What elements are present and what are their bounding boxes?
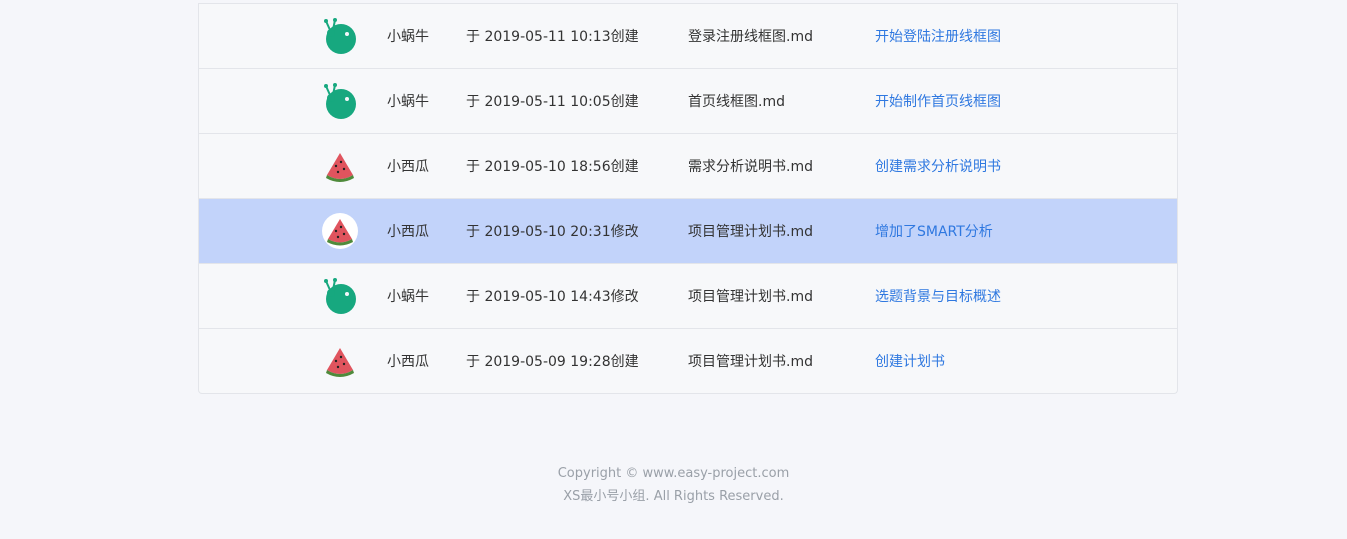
activity-row[interactable]: 小蜗牛 于 2019-05-11 10:05创建 首页线框图.md 开始制作首页… [199,68,1177,133]
file-name: 登录注册线框图.md [688,29,813,45]
timestamp: 于 2019-05-09 19:28创建 [466,354,639,370]
activity-row[interactable]: 小西瓜 于 2019-05-10 18:56创建 需求分析说明书.md 创建需求… [199,133,1177,198]
timestamp: 于 2019-05-10 14:43修改 [466,289,639,305]
commit-message-link[interactable]: 增加了SMART分析 [875,221,993,241]
watermelon-avatar-icon [321,342,359,380]
file-name: 需求分析说明书.md [688,159,813,175]
activity-row-selected[interactable]: 小西瓜 于 2019-05-10 20:31修改 项目管理计划书.md 增加了S… [199,198,1177,263]
timestamp: 于 2019-05-10 18:56创建 [466,159,639,175]
user-name: 小蜗牛 [387,289,429,305]
copyright-text: Copyright © www.easy-project.com [557,466,790,481]
activity-row[interactable]: 小蜗牛 于 2019-05-11 10:13创建 登录注册线框图.md 开始登陆… [199,3,1177,68]
commit-message-link[interactable]: 开始制作首页线框图 [875,91,1001,111]
activity-row[interactable]: 小蜗牛 于 2019-05-10 14:43修改 项目管理计划书.md 选题背景… [199,263,1177,328]
watermelon-avatar-icon [321,147,359,185]
rights-text: XS最小号小组. All Rights Reserved. [563,489,784,504]
activity-row[interactable]: 小西瓜 于 2019-05-09 19:28创建 项目管理计划书.md 创建计划… [199,328,1177,393]
user-name: 小蜗牛 [387,29,429,45]
timestamp: 于 2019-05-10 20:31修改 [466,224,639,240]
commit-message-link[interactable]: 创建需求分析说明书 [875,156,1001,176]
user-name: 小西瓜 [387,224,429,240]
file-name: 项目管理计划书.md [688,224,813,240]
user-name: 小西瓜 [387,159,429,175]
timestamp: 于 2019-05-11 10:13创建 [466,29,639,45]
timestamp: 于 2019-05-11 10:05创建 [466,94,639,110]
user-name: 小西瓜 [387,354,429,370]
file-name: 项目管理计划书.md [688,289,813,305]
user-name: 小蜗牛 [387,94,429,110]
watermelon-avatar-icon [321,212,359,250]
file-name: 项目管理计划书.md [688,354,813,370]
activity-list: 小蜗牛 于 2019-05-11 10:13创建 登录注册线框图.md 开始登陆… [198,3,1178,394]
page-footer: Copyright © www.easy-project.com XS最小号小组… [0,462,1347,508]
commit-message-link[interactable]: 创建计划书 [875,351,945,371]
snail-avatar-icon [321,82,359,120]
commit-message-link[interactable]: 选题背景与目标概述 [875,286,1001,306]
commit-message-link[interactable]: 开始登陆注册线框图 [875,26,1001,46]
file-name: 首页线框图.md [688,94,785,110]
snail-avatar-icon [321,277,359,315]
snail-avatar-icon [321,17,359,55]
